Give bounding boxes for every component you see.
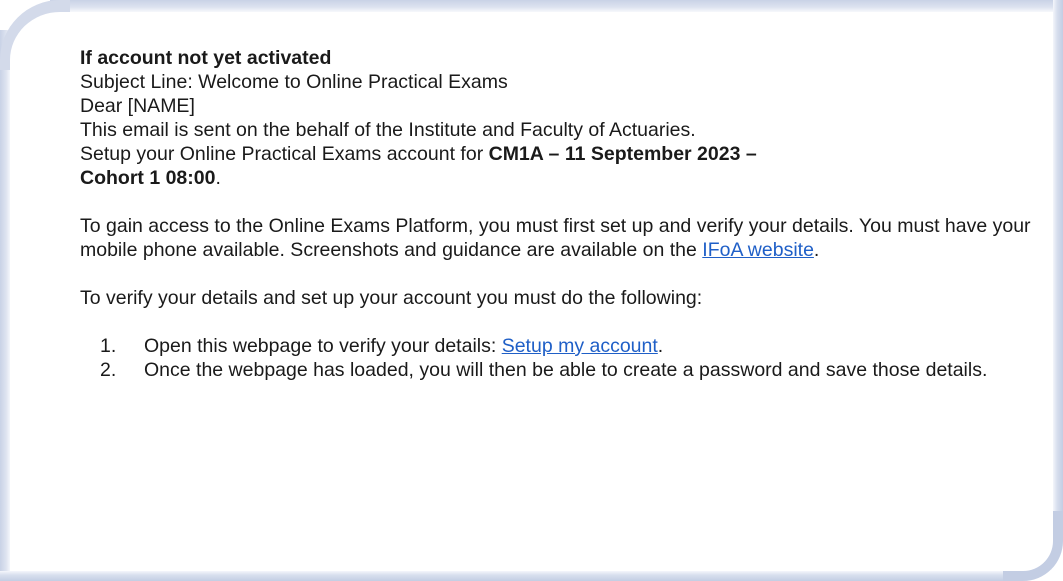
frame-corner-bottom-right xyxy=(1003,511,1063,581)
greeting: Dear [NAME] xyxy=(80,95,195,117)
list-item: 2. Once the webpage has loaded, you will… xyxy=(100,358,1040,382)
exam-name: CM1A – 11 September 2023 – xyxy=(488,143,757,165)
frame-border-top xyxy=(50,0,1063,12)
step-number: 2. xyxy=(100,359,117,381)
email-frame: If account not yet activated Subject Lin… xyxy=(0,0,1063,581)
step-number: 1. xyxy=(100,335,117,357)
frame-border-right xyxy=(1053,0,1063,530)
setup-prefix: Setup your Online Practical Exams accoun… xyxy=(80,143,489,165)
access-suffix: . xyxy=(813,239,820,261)
frame-border-bottom xyxy=(0,571,1013,581)
ifoa-website-link[interactable]: IFoA website xyxy=(702,239,814,261)
email-body: If account not yet activated Subject Lin… xyxy=(80,46,1040,382)
step-text: Once the webpage has loaded, you will th… xyxy=(144,359,988,381)
frame-border-left xyxy=(0,30,10,581)
step-text: Open this webpage to verify your details… xyxy=(144,335,502,357)
verify-intro: To verify your details and set up your a… xyxy=(80,287,703,309)
exam-suffix: . xyxy=(215,167,221,189)
email-heading: If account not yet activated xyxy=(80,47,332,69)
sent-on-behalf-text: This email is sent on the behalf of the … xyxy=(80,119,696,141)
frame-corner-top-left xyxy=(0,0,70,70)
subject-line: Subject Line: Welcome to Online Practica… xyxy=(80,71,508,93)
steps-list: 1. Open this webpage to verify your deta… xyxy=(80,334,1040,382)
setup-account-link[interactable]: Setup my account xyxy=(502,335,658,357)
list-item: 1. Open this webpage to verify your deta… xyxy=(100,334,1040,358)
exam-cohort: Cohort 1 08:00 xyxy=(80,167,216,189)
access-paragraph: To gain access to the Online Exams Platf… xyxy=(80,214,1040,262)
setup-paragraph: Setup your Online Practical Exams accoun… xyxy=(80,142,1040,190)
step-suffix: . xyxy=(657,335,664,357)
access-text: To gain access to the Online Exams Platf… xyxy=(80,215,1031,261)
